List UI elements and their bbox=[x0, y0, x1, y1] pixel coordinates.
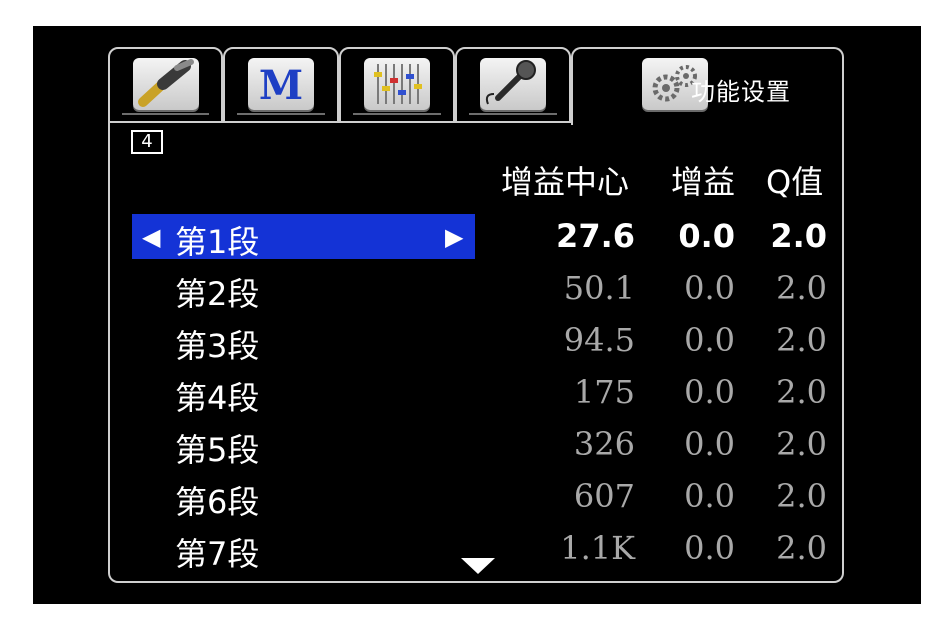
band-label: 第7段 bbox=[175, 535, 260, 573]
band-frequency: 1.1K bbox=[560, 529, 635, 567]
column-header-gain: 增益 bbox=[671, 163, 736, 201]
table-row[interactable]: 第2段 50.1 0.0 2.0 bbox=[33, 265, 921, 313]
band-label: 第4段 bbox=[175, 379, 260, 417]
tab-hdmi[interactable] bbox=[108, 47, 223, 123]
band-gain: 0.0 bbox=[684, 321, 735, 359]
band-q: 2.0 bbox=[770, 217, 827, 255]
table-row[interactable]: 第5段 326 0.0 2.0 bbox=[33, 421, 921, 469]
band-label: 第5段 bbox=[175, 431, 260, 469]
band-q: 2.0 bbox=[776, 425, 827, 463]
music-mode-letter: M bbox=[258, 62, 304, 109]
scroll-down-icon[interactable] bbox=[461, 558, 495, 574]
band-frequency: 326 bbox=[573, 425, 635, 463]
music-mode-icon: M bbox=[248, 58, 314, 110]
microphone-icon bbox=[480, 58, 546, 110]
band-q: 2.0 bbox=[776, 269, 827, 307]
tab-microphone[interactable] bbox=[455, 47, 571, 123]
arrow-right-icon[interactable]: ▶ bbox=[445, 223, 463, 251]
tab-function-settings[interactable]: 功能设置 bbox=[571, 47, 844, 125]
device-screen: M 功能设置 4 增益中心 增益 Q值 ◀ 第1段 ▶ 27.6 0.0 2.0… bbox=[33, 26, 921, 604]
arrow-left-icon[interactable]: ◀ bbox=[142, 223, 160, 251]
band-q: 2.0 bbox=[776, 529, 827, 567]
band-label: 第6段 bbox=[175, 483, 260, 521]
band-gain: 0.0 bbox=[684, 425, 735, 463]
band-label: 第1段 bbox=[175, 223, 260, 261]
band-frequency: 94.5 bbox=[563, 321, 635, 359]
band-q: 2.0 bbox=[776, 373, 827, 411]
table-row[interactable]: 第4段 175 0.0 2.0 bbox=[33, 369, 921, 417]
tab-mixer[interactable] bbox=[339, 47, 455, 123]
column-header-center-frequency: 增益中心 bbox=[501, 163, 630, 201]
band-gain: 0.0 bbox=[684, 269, 735, 307]
band-gain: 0.0 bbox=[684, 373, 735, 411]
page-number-badge: 4 bbox=[131, 130, 163, 154]
hdmi-cable-icon bbox=[132, 58, 199, 110]
band-label: 第3段 bbox=[175, 327, 260, 365]
mixer-sliders-icon bbox=[364, 58, 430, 110]
column-header-q: Q值 bbox=[766, 163, 824, 201]
band-frequency: 27.6 bbox=[556, 217, 635, 255]
tab-music[interactable]: M bbox=[223, 47, 339, 123]
table-row[interactable]: ◀ 第1段 ▶ 27.6 0.0 2.0 bbox=[33, 213, 921, 261]
band-gain: 0.0 bbox=[684, 477, 735, 515]
band-frequency: 175 bbox=[573, 373, 635, 411]
band-q: 2.0 bbox=[776, 477, 827, 515]
band-gain: 0.0 bbox=[684, 529, 735, 567]
table-row[interactable]: 第6段 607 0.0 2.0 bbox=[33, 473, 921, 521]
band-frequency: 607 bbox=[573, 477, 635, 515]
band-frequency: 50.1 bbox=[563, 269, 635, 307]
tab-function-settings-label: 功能设置 bbox=[691, 78, 791, 106]
band-label: 第2段 bbox=[175, 275, 260, 313]
table-row[interactable]: 第3段 94.5 0.0 2.0 bbox=[33, 317, 921, 365]
band-q: 2.0 bbox=[776, 321, 827, 359]
band-gain: 0.0 bbox=[678, 217, 735, 255]
